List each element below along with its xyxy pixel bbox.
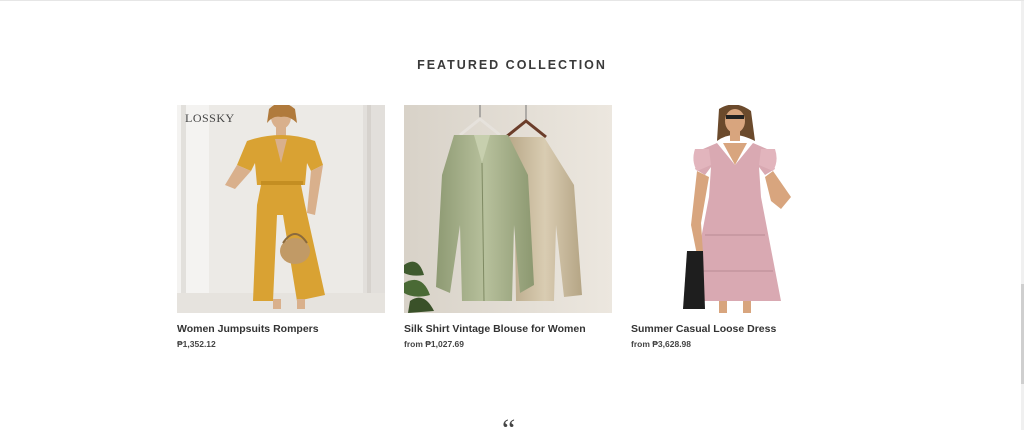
product-image-dress[interactable] [631,105,839,313]
pink-dress-photo-icon [631,105,839,313]
product-card-dress[interactable]: Summer Casual Loose Dress from ₱3,628.98 [631,105,839,349]
product-price: from ₱1,027.69 [404,339,465,349]
product-card-jumpsuit[interactable]: LOSSKY Women Jumpsuits Rompers ₱1,352.12 [177,105,385,349]
product-card-blouse[interactable]: Silk Shirt Vintage Blouse for Women from… [404,105,612,349]
featured-collection-page: FEATURED COLLECTION LOSSKY Women Jumpsui… [0,0,1024,430]
product-image-blouse[interactable] [404,105,612,313]
silk-blouses-on-hangers-photo-icon [404,105,612,313]
testimonial-quote-icon: “ [502,413,516,430]
section-title: FEATURED COLLECTION [417,58,607,72]
product-title[interactable]: Summer Casual Loose Dress [631,323,839,335]
product-image-jumpsuit[interactable]: LOSSKY [177,105,385,313]
product-price: ₱1,352.12 [177,339,216,349]
brand-watermark: LOSSKY [185,111,235,125]
product-grid: LOSSKY Women Jumpsuits Rompers ₱1,352.12 [177,105,839,349]
product-title[interactable]: Women Jumpsuits Rompers [177,323,385,335]
yellow-jumpsuit-photo-icon [177,105,385,313]
product-price: from ₱3,628.98 [631,339,692,349]
product-title[interactable]: Silk Shirt Vintage Blouse for Women [404,323,612,335]
